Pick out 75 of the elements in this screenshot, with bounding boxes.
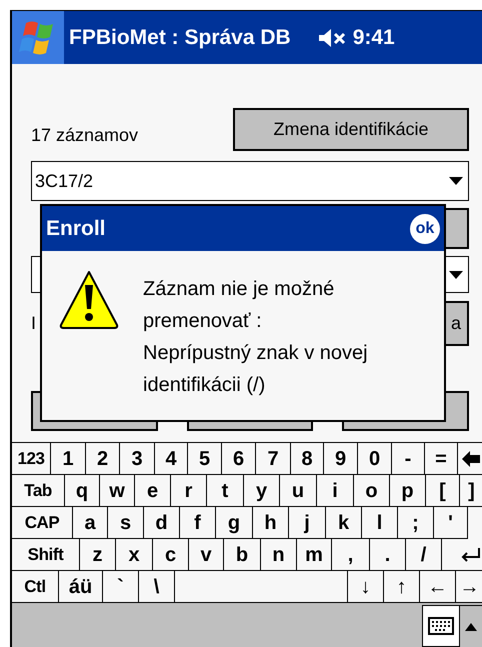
keyboard-key[interactable]: - bbox=[392, 443, 425, 475]
backspace-icon bbox=[462, 450, 480, 466]
dropdown-arrow-icon bbox=[449, 177, 463, 185]
keyboard-key[interactable]: Shift bbox=[12, 539, 80, 571]
keyboard-key[interactable]: ↑ bbox=[384, 571, 420, 603]
record-dropdown[interactable]: 3C17/2 bbox=[31, 161, 469, 201]
record-count: 17 záznamov bbox=[31, 124, 138, 147]
keyboard-key[interactable]: r bbox=[171, 475, 207, 507]
keyboard-key[interactable]: g bbox=[216, 507, 253, 539]
keyboard-key[interactable]: 2 bbox=[86, 443, 120, 475]
keyboard-key[interactable]: 4 bbox=[155, 443, 188, 475]
keyboard-key[interactable]: k bbox=[326, 507, 362, 539]
keyboard-key[interactable]: áü bbox=[59, 571, 103, 603]
keyboard-key[interactable]: 9 bbox=[324, 443, 358, 475]
keyboard-key[interactable]: / bbox=[406, 539, 442, 571]
keyboard-key[interactable]: 3 bbox=[120, 443, 155, 475]
keyboard-key[interactable]: u bbox=[280, 475, 317, 507]
keyboard-icon bbox=[428, 617, 454, 635]
keyboard-key[interactable]: h bbox=[253, 507, 289, 539]
ok-button[interactable]: ok bbox=[410, 214, 440, 244]
keyboard-key[interactable]: 8 bbox=[291, 443, 324, 475]
dropdown-arrow-icon bbox=[449, 270, 463, 278]
keyboard-key[interactable]: c bbox=[153, 539, 189, 571]
keyboard-key[interactable]: 123 bbox=[12, 443, 51, 475]
keyboard-key[interactable]: ` bbox=[103, 571, 139, 603]
clock[interactable]: 9:41 bbox=[352, 22, 395, 54]
keyboard-key[interactable]: Tab bbox=[12, 475, 65, 507]
keyboard-key[interactable]: ' bbox=[434, 507, 468, 539]
keyboard-key[interactable]: v bbox=[189, 539, 224, 571]
speaker-muted-icon[interactable] bbox=[318, 28, 347, 48]
keyboard-key[interactable]: y bbox=[244, 475, 280, 507]
keyboard-key[interactable]: f bbox=[180, 507, 216, 539]
keyboard-key[interactable]: t bbox=[207, 475, 244, 507]
start-button[interactable] bbox=[12, 11, 64, 64]
keyboard-key[interactable]: 1 bbox=[51, 443, 86, 475]
keyboard-key[interactable]: = bbox=[425, 443, 458, 475]
input-panel-button[interactable] bbox=[422, 605, 460, 647]
keyboard-key[interactable]: q bbox=[65, 475, 100, 507]
rename-button[interactable]: Zmena identifikácie bbox=[233, 108, 469, 151]
keyboard-key[interactable]: [ bbox=[426, 475, 460, 507]
keyboard-key[interactable]: 5 bbox=[188, 443, 222, 475]
keyboard-key[interactable]: ↓ bbox=[348, 571, 384, 603]
window-title: FPBioMet : Správa DB bbox=[69, 24, 291, 51]
keyboard-key[interactable]: m bbox=[297, 539, 332, 571]
keyboard-key[interactable]: 0 bbox=[358, 443, 392, 475]
keyboard-key[interactable]: a bbox=[73, 507, 108, 539]
keyboard-key[interactable]: w bbox=[100, 475, 135, 507]
up-arrow-icon bbox=[465, 622, 477, 630]
field-label: I bbox=[31, 312, 36, 335]
keyboard-key[interactable]: 6 bbox=[222, 443, 256, 475]
keyboard-key[interactable]: n bbox=[261, 539, 297, 571]
warning-icon bbox=[58, 269, 120, 331]
keyboard-key[interactable]: p bbox=[390, 475, 426, 507]
keyboard-key[interactable]: , bbox=[332, 539, 370, 571]
keyboard-key[interactable]: CAP bbox=[12, 507, 73, 539]
keyboard-key[interactable]: d bbox=[144, 507, 180, 539]
keyboard-key[interactable]: o bbox=[354, 475, 390, 507]
keyboard-key[interactable]: s bbox=[108, 507, 144, 539]
keyboard-key[interactable]: l bbox=[362, 507, 398, 539]
keyboard-key[interactable]: \ bbox=[139, 571, 175, 603]
keyboard-key[interactable]: e bbox=[135, 475, 171, 507]
keyboard-key[interactable]: j bbox=[289, 507, 326, 539]
keyboard-key[interactable]: x bbox=[116, 539, 153, 571]
dialog-message: Záznam nie je možné premenovať : Neprípustný znak v novej identifikácii (/) bbox=[143, 277, 368, 398]
keyboard-key[interactable]: ← bbox=[420, 571, 456, 603]
keyboard-key[interactable]: ; bbox=[398, 507, 434, 539]
space-key[interactable] bbox=[175, 571, 348, 603]
dialog-title: Enroll bbox=[46, 216, 106, 242]
keyboard-key[interactable]: i bbox=[317, 475, 354, 507]
keyboard-key[interactable]: Ctl bbox=[12, 571, 59, 603]
keyboard-key[interactable]: 7 bbox=[256, 443, 291, 475]
keyboard-key[interactable]: b bbox=[224, 539, 261, 571]
keyboard-key[interactable]: . bbox=[370, 539, 406, 571]
keyboard-key[interactable]: z bbox=[80, 539, 116, 571]
enter-icon bbox=[459, 548, 481, 562]
